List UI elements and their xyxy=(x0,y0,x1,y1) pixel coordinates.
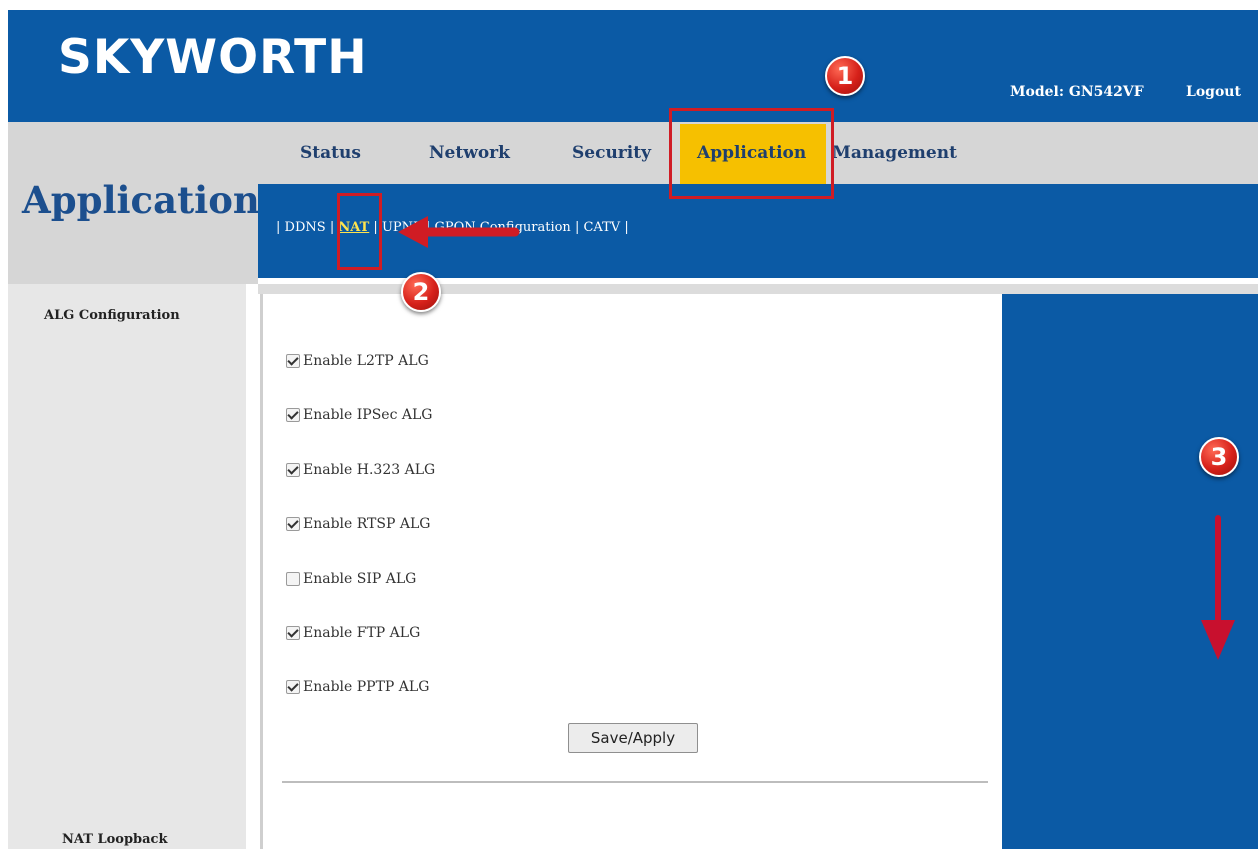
step-badge-1: 1 xyxy=(825,56,865,96)
annotation-arrows xyxy=(398,216,1235,660)
arrow-down-icon xyxy=(1201,515,1235,660)
step-badge-2: 2 xyxy=(401,272,441,312)
step-badge-3: 3 xyxy=(1199,437,1239,477)
arrow-left-icon xyxy=(398,216,520,248)
